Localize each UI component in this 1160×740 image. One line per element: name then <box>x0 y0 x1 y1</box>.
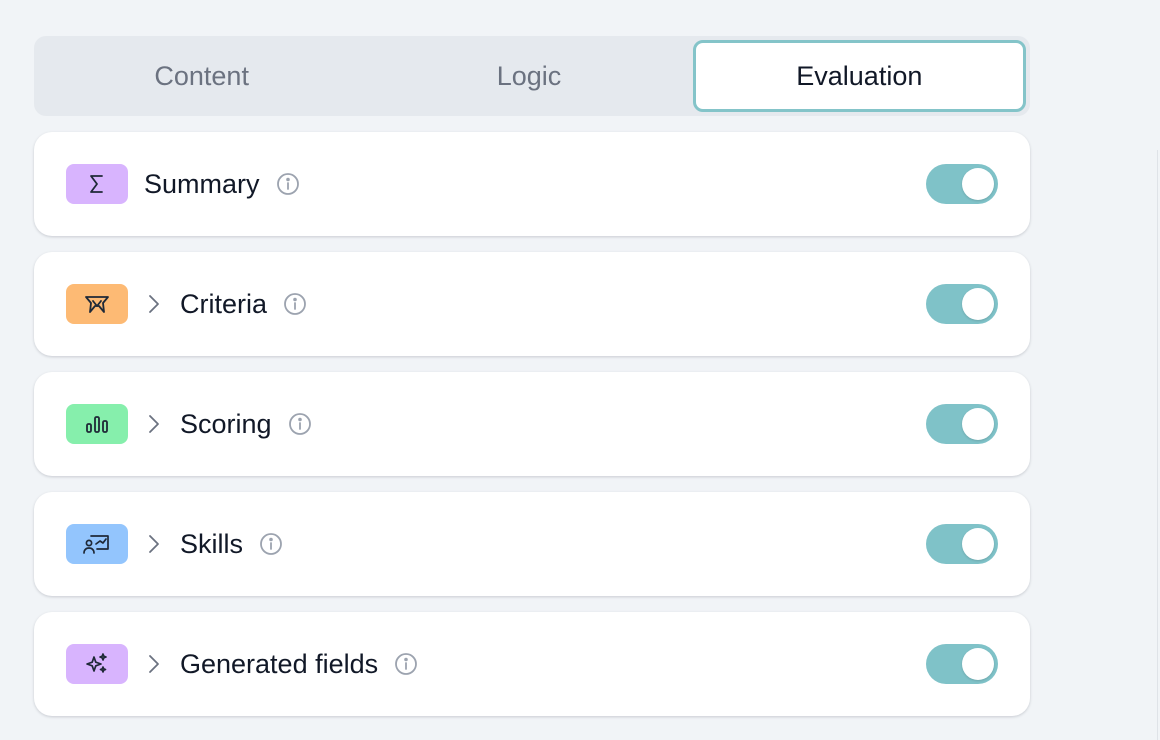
skills-presentation-icon <box>66 524 128 564</box>
section-criteria[interactable]: Criteria <box>34 252 1030 356</box>
section-skills[interactable]: Skills <box>34 492 1030 596</box>
sparkles-icon <box>66 644 128 684</box>
panel-divider <box>1157 150 1158 740</box>
chevron-right-icon[interactable] <box>144 410 164 438</box>
toggle-knob <box>962 528 994 560</box>
section-label: Scoring <box>180 408 272 439</box>
summary-toggle[interactable] <box>926 164 998 204</box>
chevron-right-icon[interactable] <box>144 650 164 678</box>
section-summary: Summary <box>34 132 1030 236</box>
tab-logic[interactable]: Logic <box>365 40 692 112</box>
section-label: Skills <box>180 528 244 559</box>
chevron-right-icon[interactable] <box>144 530 164 558</box>
info-icon[interactable] <box>288 412 312 436</box>
evaluation-settings-page: Content Logic Evaluation Summary Criteri… <box>0 0 1160 740</box>
toggle-knob <box>962 408 994 440</box>
generated-fields-toggle[interactable] <box>926 644 998 684</box>
chevron-right-icon[interactable] <box>144 290 164 318</box>
tab-content[interactable]: Content <box>38 40 365 112</box>
info-icon[interactable] <box>276 172 300 196</box>
scoring-toggle[interactable] <box>926 404 998 444</box>
skills-toggle[interactable] <box>926 524 998 564</box>
section-label: Summary <box>144 168 260 199</box>
bar-chart-icon <box>66 404 128 444</box>
toggle-knob <box>962 288 994 320</box>
tab-bar: Content Logic Evaluation <box>34 36 1030 116</box>
info-icon[interactable] <box>259 532 283 556</box>
criteria-toggle[interactable] <box>926 284 998 324</box>
toggle-knob <box>962 648 994 680</box>
tab-evaluation[interactable]: Evaluation <box>692 40 1026 112</box>
info-icon[interactable] <box>394 652 418 676</box>
section-scoring[interactable]: Scoring <box>34 372 1030 476</box>
section-label: Criteria <box>180 288 268 319</box>
section-label: Generated fields <box>180 648 379 679</box>
sigma-icon <box>66 164 128 204</box>
toggle-knob <box>962 168 994 200</box>
info-icon[interactable] <box>283 292 307 316</box>
section-generated-fields[interactable]: Generated fields <box>34 612 1030 716</box>
criteria-icon <box>66 284 128 324</box>
